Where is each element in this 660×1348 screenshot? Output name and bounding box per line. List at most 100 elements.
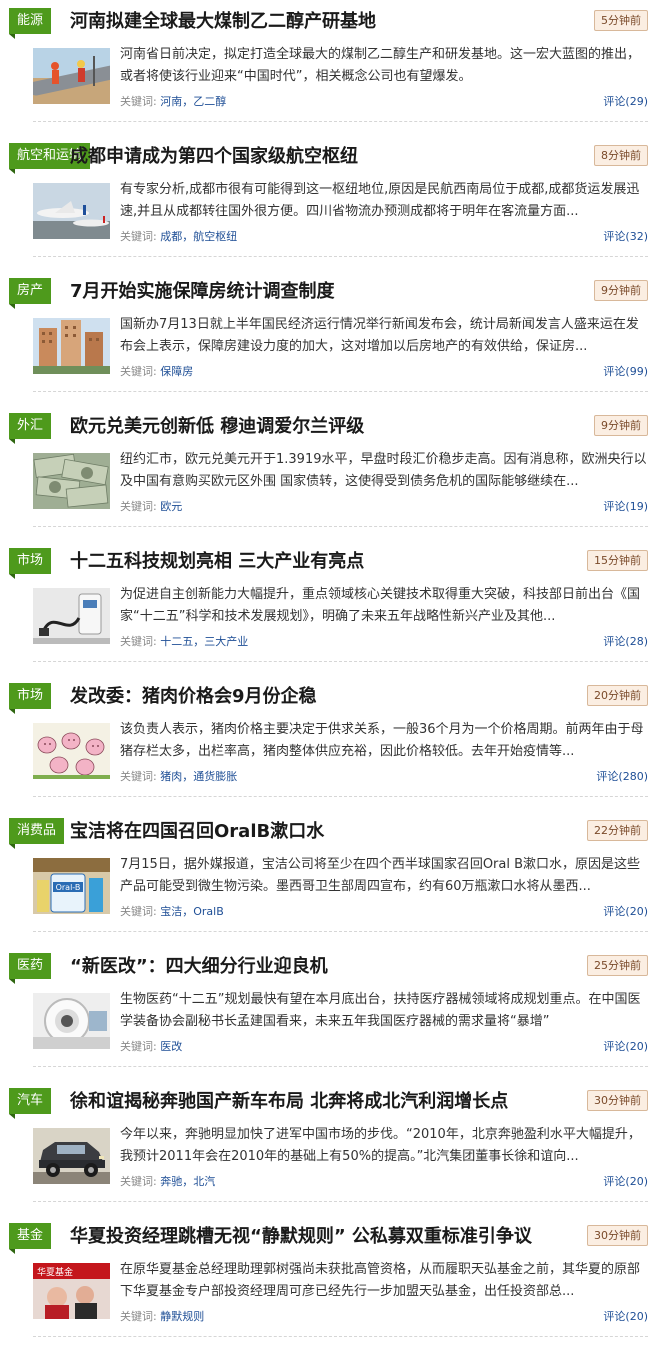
comment-link[interactable]: 评论(20) [603, 1308, 648, 1324]
keyword-separator: ， [182, 770, 194, 783]
time-badge: 15分钟前 [587, 550, 648, 571]
news-item: 医药 “新医改”：四大细分行业迎良机 25分钟前 生物医药“十二五”规划最快有望在本月… [0, 945, 660, 1080]
keywords: 关键词: 奔驰，北汽 [120, 1173, 215, 1189]
news-title[interactable]: “新医改”：四大细分行业迎良机 [70, 953, 328, 981]
keyword-separator: ， [182, 1175, 194, 1188]
news-summary: 国新办7月13日就上半年国民经济运行情况举行新闻发布会，统计局新闻发言人盛来运在… [120, 317, 639, 354]
keyword-list: 静默规则 [157, 1310, 204, 1323]
keywords-label: 关键词: [120, 905, 157, 918]
news-summary: 在原华夏基金总经理助理郭树强尚未获批高管资格，从而履职天弘基金之前，其华夏的原部… [120, 1262, 641, 1299]
category-tag[interactable]: 能源 [9, 8, 52, 39]
news-thumbnail[interactable] [33, 183, 110, 239]
keyword-link[interactable]: 宝洁 [160, 905, 182, 918]
keyword-link[interactable]: 欧元 [160, 500, 182, 513]
keyword-link[interactable]: OralB [193, 905, 224, 918]
news-title[interactable]: 欧元兑美元创新低 穆迪调爱尔兰评级 [70, 413, 364, 441]
keywords: 关键词: 猪肉，通货膨胀 [120, 768, 237, 784]
keywords: 关键词: 医改 [120, 1038, 182, 1054]
news-title[interactable]: 徐和谊揭秘奔驰国产新车布局 北奔将成北汽利润增长点 [70, 1088, 508, 1116]
news-title[interactable]: 宝洁将在四国召回OralB漱口水 [70, 818, 324, 846]
time-badge: 5分钟前 [594, 10, 648, 31]
time-badge: 30分钟前 [587, 1090, 648, 1111]
category-tag[interactable]: 房产 [9, 278, 52, 309]
keyword-separator: ， [193, 635, 205, 648]
comment-link[interactable]: 评论(29) [603, 93, 648, 109]
news-title[interactable]: 7月开始实施保障房统计调查制度 [70, 278, 335, 306]
category-tag[interactable]: 市场 [9, 548, 52, 579]
keyword-link[interactable]: 河南 [160, 95, 182, 108]
news-item: 航空和运输 成都申请成为第四个国家级航空枢纽 8分钟前 有专家分析,成都市很有可能得到… [0, 135, 660, 270]
category-tag[interactable]: 市场 [9, 683, 52, 714]
news-thumbnail[interactable] [33, 723, 110, 779]
news-item: 房产 7月开始实施保障房统计调查制度 9分钟前 国新办7月13日就上半年国民经济运行情… [0, 270, 660, 405]
keyword-link[interactable]: 医改 [160, 1040, 182, 1053]
keyword-link[interactable]: 航空枢纽 [193, 230, 237, 243]
news-item: 消费品 宝洁将在四国召回OralB漱口水 22分钟前 Oral-B 7月15日，据外媒报… [0, 810, 660, 945]
news-item: 市场 十二五科技规划亮相 三大产业有亮点 15分钟前 为促进自主创新能力大幅提升，重点… [0, 540, 660, 675]
news-thumbnail[interactable] [33, 48, 110, 104]
divider [33, 121, 648, 122]
news-title[interactable]: 华夏投资经理跳槽无视“静默规则” 公私募双重标准引争议 [70, 1223, 532, 1251]
keyword-list: 宝洁，OralB [157, 905, 224, 918]
news-thumbnail[interactable] [33, 453, 110, 509]
news-item: 基金 华夏投资经理跳槽无视“静默规则” 公私募双重标准引争议 30分钟前华夏基金 在… [0, 1215, 660, 1348]
thumbnail-image [33, 1128, 110, 1184]
comment-link[interactable]: 评论(99) [603, 363, 648, 379]
time-badge: 30分钟前 [587, 1225, 648, 1246]
news-item: 市场 发改委：猪肉价格会9月份企稳 20分钟前 该负责人表示，猪肉价格主要决定于供求关… [0, 675, 660, 810]
keyword-link[interactable]: 奔驰 [160, 1175, 182, 1188]
keyword-link[interactable]: 三大产业 [204, 635, 248, 648]
keyword-link[interactable]: 十二五 [160, 635, 193, 648]
keyword-link[interactable]: 保障房 [160, 365, 193, 378]
news-feed: 能源 河南拟建全球最大煤制乙二醇产研基地 5分钟前河南省日前决定，拟定打造全球最大的… [0, 0, 660, 1348]
divider [33, 1066, 648, 1067]
comment-link[interactable]: 评论(19) [603, 498, 648, 514]
keyword-link[interactable]: 北汽 [193, 1175, 215, 1188]
keywords-label: 关键词: [120, 1175, 157, 1188]
keyword-separator: ， [182, 905, 194, 918]
category-tag[interactable]: 汽车 [9, 1088, 52, 1119]
category-tag[interactable]: 基金 [9, 1223, 52, 1254]
svg-text:Oral-B: Oral-B [56, 883, 81, 892]
news-thumbnail[interactable]: Oral-B [33, 858, 110, 914]
news-thumbnail[interactable] [33, 1128, 110, 1184]
news-title[interactable]: 成都申请成为第四个国家级航空枢纽 [70, 143, 358, 171]
news-title[interactable]: 十二五科技规划亮相 三大产业有亮点 [70, 548, 364, 576]
divider [33, 1201, 648, 1202]
keyword-link[interactable]: 乙二醇 [193, 95, 226, 108]
category-tag[interactable]: 外汇 [9, 413, 52, 444]
thumbnail-image [33, 183, 110, 239]
news-title[interactable]: 河南拟建全球最大煤制乙二醇产研基地 [70, 8, 376, 36]
news-title[interactable]: 发改委：猪肉价格会9月份企稳 [70, 683, 317, 711]
keywords-label: 关键词: [120, 1310, 157, 1323]
keyword-link[interactable]: 静默规则 [160, 1310, 204, 1323]
keywords: 关键词: 十二五，三大产业 [120, 633, 248, 649]
thumbnail-image [33, 588, 110, 644]
time-badge: 8分钟前 [594, 145, 648, 166]
keyword-link[interactable]: 猪肉 [160, 770, 182, 783]
divider [33, 391, 648, 392]
comment-link[interactable]: 评论(28) [603, 633, 648, 649]
comment-link[interactable]: 评论(32) [603, 228, 648, 244]
keywords-label: 关键词: [120, 95, 157, 108]
news-summary: 河南省日前决定，拟定打造全球最大的煤制乙二醇生产和研发基地。这一宏大蓝图的推出，… [120, 47, 641, 84]
comment-link[interactable]: 评论(20) [603, 903, 648, 919]
time-badge: 9分钟前 [594, 415, 648, 436]
keyword-link[interactable]: 通货膨胀 [193, 770, 237, 783]
comment-link[interactable]: 评论(20) [603, 1173, 648, 1189]
news-thumbnail[interactable] [33, 588, 110, 644]
time-badge: 20分钟前 [587, 685, 648, 706]
keyword-list: 河南，乙二醇 [157, 95, 226, 108]
news-item: 汽车 徐和谊揭秘奔驰国产新车布局 北奔将成北汽利润增长点 30分钟前今年以来，奔驰明… [0, 1080, 660, 1215]
comment-link[interactable]: 评论(20) [603, 1038, 648, 1054]
news-thumbnail[interactable] [33, 318, 110, 374]
category-tag[interactable]: 消费品 [9, 818, 65, 849]
news-thumbnail[interactable]: 华夏基金 [33, 1263, 110, 1319]
comment-link[interactable]: 评论(280) [596, 768, 648, 784]
news-summary: 今年以来，奔驰明显加快了进军中国市场的步伐。“2010年，北京奔驰盈利水平大幅提… [120, 1127, 641, 1164]
news-thumbnail[interactable] [33, 993, 110, 1049]
category-tag[interactable]: 医药 [9, 953, 52, 984]
svg-text:华夏基金: 华夏基金 [37, 1266, 73, 1278]
keyword-link[interactable]: 成都 [160, 230, 182, 243]
news-item: 外汇 欧元兑美元创新低 穆迪调爱尔兰评级 9分钟前 纽约汇市，欧元兑美元开于1.391… [0, 405, 660, 540]
